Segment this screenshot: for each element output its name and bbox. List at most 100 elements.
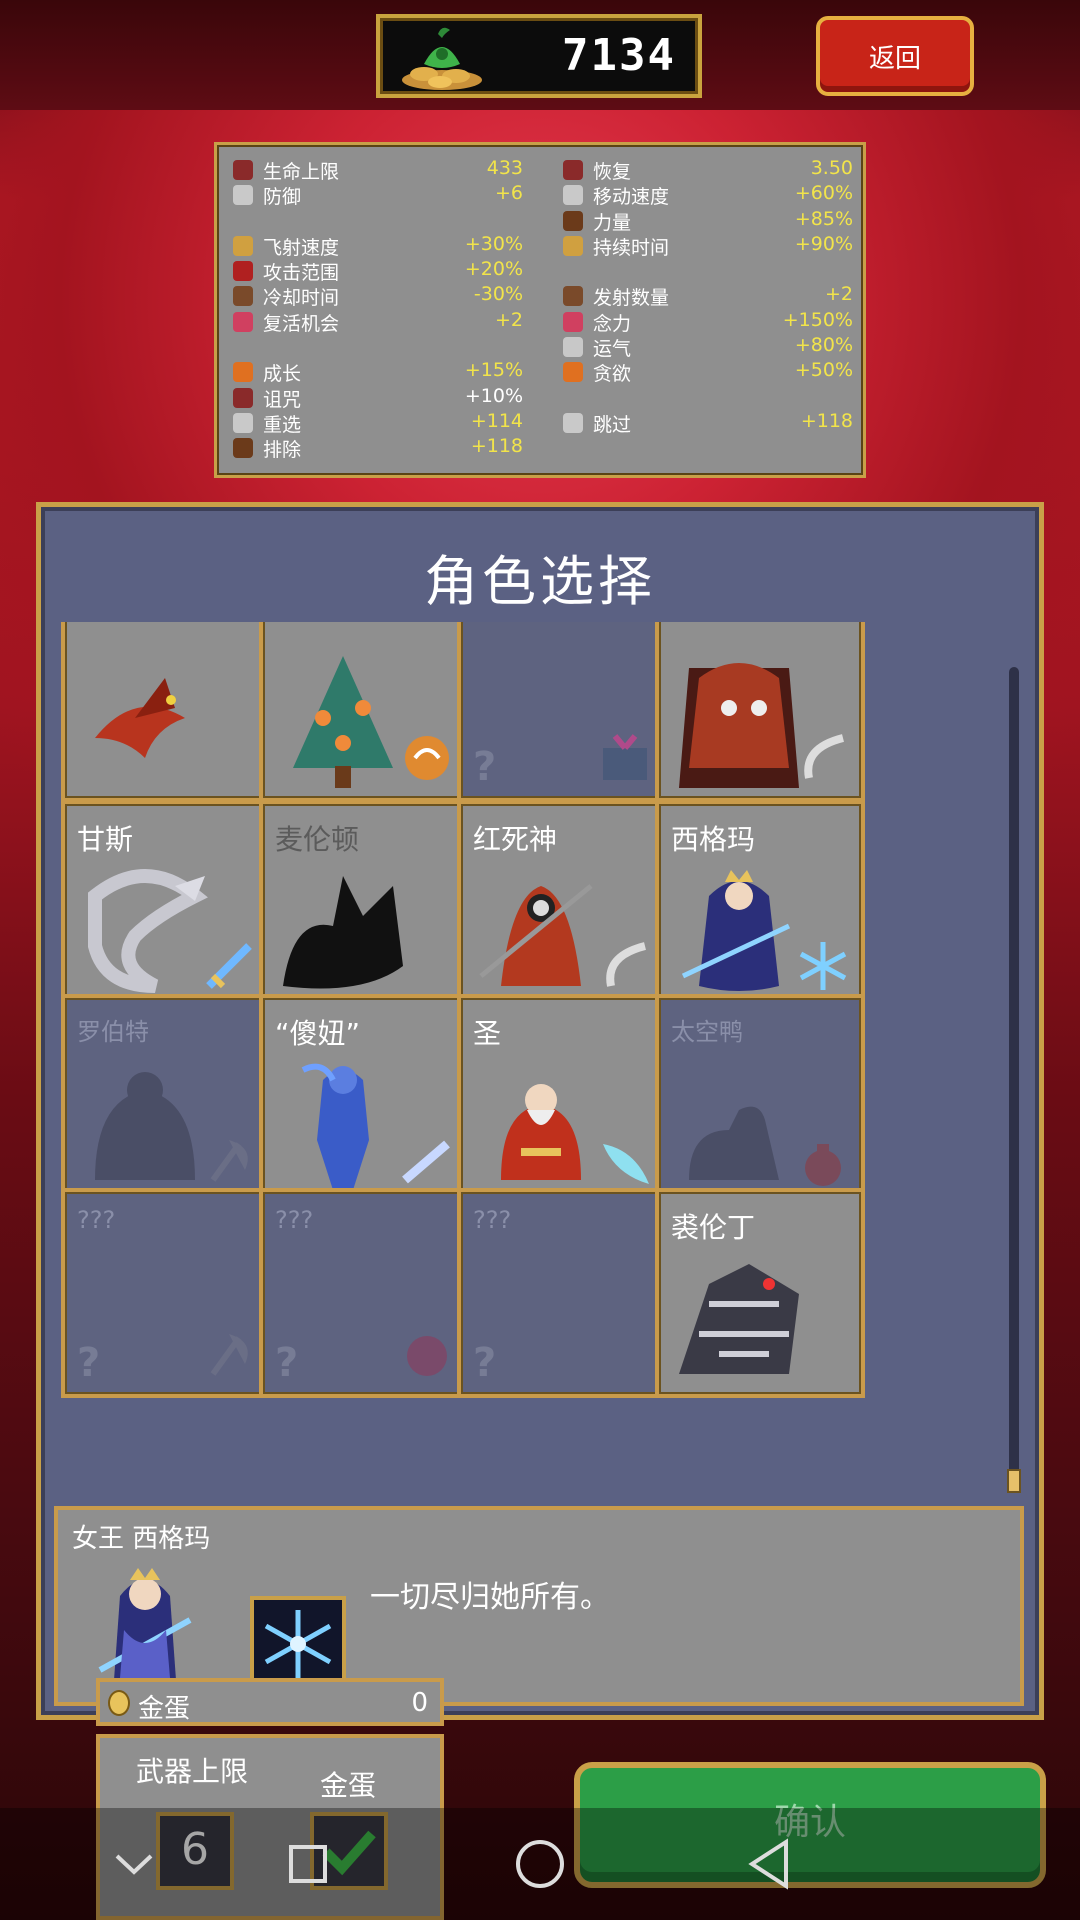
reaper-group-icon	[679, 663, 799, 788]
axe-weapon-icon	[210, 1334, 248, 1376]
projectile-speed-icon	[233, 235, 253, 256]
golden-egg-bar: 金蛋 0	[96, 1678, 444, 1726]
feather-weapon-icon	[603, 1144, 649, 1184]
curse-icon	[233, 387, 253, 408]
character-card[interactable]: “傻妞”	[259, 994, 469, 1204]
reaper-icon	[479, 884, 593, 986]
character-detail-name: 女王 西格玛	[72, 1524, 211, 1554]
character-card[interactable]: 甘斯	[61, 800, 271, 1010]
silhouette-icon	[95, 1072, 195, 1180]
stat-row: 重选 +114	[233, 410, 523, 436]
bag-weapon-icon	[805, 1144, 841, 1186]
nav-recents-button[interactable]	[268, 1808, 348, 1920]
stat-label: 贪欲	[593, 363, 632, 386]
character-card[interactable]: 太空鸭	[655, 994, 865, 1204]
revival-icon	[233, 311, 253, 332]
stat-label: 恢复	[593, 161, 632, 183]
stat-label: 飞射速度	[263, 236, 340, 259]
tree-icon	[293, 656, 393, 788]
stat-label: 移动速度	[593, 186, 670, 209]
stat-label: 诅咒	[263, 388, 302, 411]
character-card[interactable]: 西格玛	[655, 800, 865, 1010]
stat-row: 生命上限 433	[233, 157, 523, 183]
stats-right-column: 恢复 3.50 移动速度 +60% 力量 +85% 持续时间 +90% 发射数量 +2 念力 +150…	[563, 157, 853, 436]
stat-label: 成长	[263, 363, 302, 386]
square-icon	[289, 1845, 327, 1883]
character-card[interactable]: ????	[457, 1188, 667, 1398]
duration-icon	[563, 235, 583, 256]
greed-icon	[563, 362, 583, 383]
scythe-weapon-icon	[804, 734, 845, 779]
stat-value: +90%	[794, 232, 853, 255]
silhouette-duck-icon	[689, 1106, 779, 1180]
stat-row: 诅咒 +10%	[233, 385, 523, 411]
character-card[interactable]	[259, 622, 469, 802]
system-nav-bar	[0, 1808, 1080, 1920]
stat-value: +2	[824, 283, 853, 306]
question-mark-icon: ?	[473, 744, 497, 790]
nav-home-button[interactable]	[500, 1808, 580, 1920]
character-card[interactable]	[655, 622, 865, 802]
snowflake-icon	[264, 1610, 332, 1678]
stat-label: 排除	[263, 439, 302, 462]
stat-value: +150%	[782, 308, 853, 331]
stat-spacer	[563, 385, 853, 410]
stat-value: +6	[494, 182, 523, 205]
character-card[interactable]: ?	[457, 622, 667, 802]
question-mark-icon: ?	[77, 1340, 101, 1386]
chevron-down-icon	[115, 1854, 153, 1875]
stat-value: +118	[800, 409, 853, 432]
stat-row: 运气 +80%	[563, 334, 853, 360]
banish-icon	[233, 438, 253, 459]
stat-spacer	[563, 258, 853, 283]
pistol-weapon-icon	[402, 1140, 450, 1184]
nav-back-button[interactable]	[730, 1808, 810, 1920]
stat-value: -30%	[473, 283, 523, 306]
stat-value: +50%	[794, 359, 853, 382]
character-card[interactable]: 裘伦丁	[655, 1188, 865, 1398]
stat-label: 冷却时间	[263, 287, 340, 310]
stat-value: +85%	[794, 207, 853, 230]
stat-row: 力量 +85%	[563, 207, 853, 234]
stat-value: +15%	[464, 359, 523, 382]
stat-row: 念力 +150%	[563, 308, 853, 335]
character-card[interactable]: 罗伯特	[61, 994, 271, 1204]
character-card[interactable]: 麦伦顿	[259, 800, 469, 1010]
character-card[interactable]: ????	[61, 1188, 271, 1398]
character-name: 圣	[473, 1017, 502, 1050]
nav-collapse-button[interactable]	[94, 1808, 174, 1920]
character-name: 太空鸭	[671, 1018, 743, 1046]
character-card[interactable]	[61, 622, 271, 802]
coin-bag-icon	[402, 27, 482, 90]
character-card[interactable]: 圣	[457, 994, 667, 1204]
gift-weapon-icon	[603, 734, 647, 780]
axe-weapon-icon	[210, 1140, 248, 1182]
character-name: 甘斯	[77, 823, 134, 856]
stat-row: 跳过 +118	[563, 409, 853, 436]
snowflake-weapon-icon	[799, 942, 847, 990]
stat-value: +2	[494, 308, 523, 331]
coin-value: 7134	[562, 30, 676, 81]
stat-value: +60%	[794, 182, 853, 205]
golden-egg-label: 金蛋	[138, 1694, 191, 1724]
wing-icon	[563, 185, 583, 206]
rose-weapon-icon	[407, 1336, 447, 1376]
stat-label: 复活机会	[263, 312, 340, 335]
character-card[interactable]: ????	[259, 1188, 469, 1398]
back-button[interactable]: 返回	[816, 16, 974, 96]
scrollbar-track[interactable]	[1009, 667, 1019, 1491]
scrollbar-thumb[interactable]	[1007, 1469, 1021, 1493]
golden-egg-option-label: 金蛋	[320, 1769, 377, 1802]
question-mark-icon: ?	[275, 1340, 299, 1386]
character-name: ???	[275, 1206, 314, 1234]
stat-value: 433	[486, 157, 523, 179]
queen-icon	[681, 870, 791, 991]
character-name: 麦伦顿	[275, 823, 360, 856]
character-card[interactable]: 红死神	[457, 800, 667, 1010]
stat-label: 力量	[593, 211, 632, 234]
stat-row: 防御 +6	[233, 182, 523, 208]
stat-row: 攻击范围 +20%	[233, 258, 523, 284]
sword-weapon-icon	[206, 943, 252, 989]
stat-label: 跳过	[593, 413, 632, 436]
armor-icon	[233, 185, 253, 206]
